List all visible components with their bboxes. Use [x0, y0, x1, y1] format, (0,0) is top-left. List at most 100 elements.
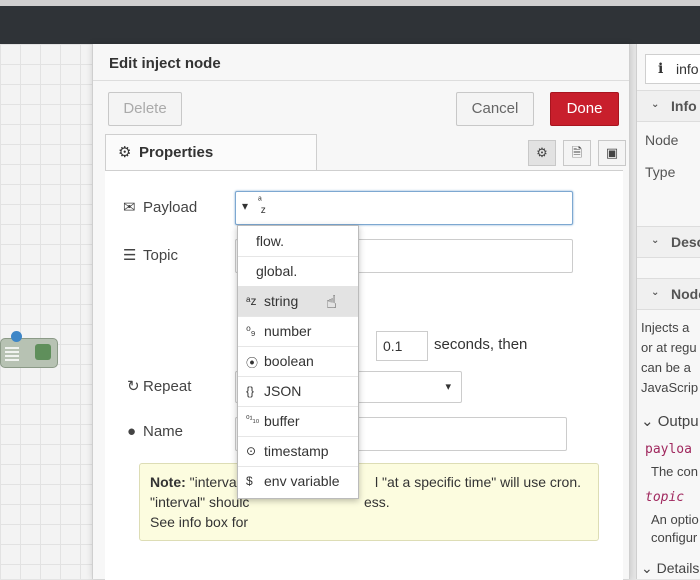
delete-button[interactable]: Delete [108, 92, 182, 126]
done-button[interactable]: Done [550, 92, 619, 126]
note-line-1a: Note: "interval l [150, 472, 247, 492]
help-text-1: Injects a [641, 320, 690, 335]
menu-item-boolean[interactable]: ⦿ boolean [238, 346, 358, 377]
buffer-type-icon: ⁰¹₁₀ [246, 414, 260, 424]
gear-icon: ⚙ [536, 145, 548, 160]
description-section-header[interactable]: ⌄ Desc [637, 226, 700, 258]
name-label-row: ● Name [127, 423, 183, 440]
tab-properties[interactable]: ⚙ Properties [105, 134, 317, 171]
payload-code: payloa [645, 442, 692, 457]
seconds-then-text: seconds, then [434, 336, 528, 353]
help-text-2: or at regu [641, 340, 697, 355]
details-heading-text: Details [656, 560, 700, 576]
node-help-header[interactable]: ⌄ Node [637, 278, 700, 310]
properties-panel: ✉ Payload ▾ ᵃ z ☰ Topic 0.1 seconds, then … [105, 170, 623, 580]
payload-input[interactable]: ▾ ᵃ z [235, 191, 573, 225]
string-type-icon: ᵃz [246, 294, 257, 308]
topic-label: Topic [143, 247, 179, 264]
menu-item-label: boolean [264, 353, 314, 369]
menu-item-label: number [264, 323, 312, 339]
payload-label: Payload [143, 199, 198, 216]
cancel-button[interactable]: Cancel [456, 92, 534, 126]
description-tab-button[interactable]: 🗎 [563, 140, 591, 166]
note-line-1b: l "at a specific time" will use cron. [375, 474, 582, 490]
chevron-down-icon: ⌄ [651, 99, 660, 110]
help-text-4: JavaScrip [641, 380, 699, 395]
topic-desc-1: An optio [651, 512, 699, 527]
flow-workspace[interactable] [0, 44, 92, 579]
topic-desc-2: configur [651, 530, 698, 545]
envelope-icon: ✉ [123, 199, 136, 216]
title-divider [93, 80, 629, 81]
json-type-icon: {} [246, 384, 255, 398]
node-row-label: Node [645, 132, 679, 148]
tab-properties-label: Properties [139, 144, 214, 161]
note-box: Note: "interval l l "at a specific time"… [139, 463, 599, 541]
string-type-icon: ᵃ z [258, 195, 266, 216]
topic-code: topic [645, 490, 685, 505]
menu-item-label: global. [256, 263, 298, 279]
menu-item-global[interactable]: global. [238, 256, 358, 287]
details-heading: ⌄ Details [641, 560, 700, 576]
payload-label-row: ✉ Payload [123, 198, 197, 216]
repeat-label-row: ↻ Repeat [127, 377, 191, 395]
caret-down-icon[interactable]: ▾ [242, 199, 248, 213]
header-bar [0, 6, 700, 44]
inject-node[interactable] [0, 331, 58, 368]
menu-item-env-variable[interactable]: $ env variable [238, 466, 358, 496]
repeat-label: Repeat [143, 378, 192, 395]
clock-icon: ⊙ [246, 444, 257, 458]
outputs-heading: ⌄ Outpu [641, 413, 699, 430]
info-sidebar: i info ⌄ Info Node Type ⌄ Desc ⌄ Node In… [636, 44, 700, 579]
help-text-3: can be a [641, 360, 691, 375]
menu-item-json[interactable]: {} JSON [238, 376, 358, 407]
chevron-down-icon: ⌄ [651, 235, 660, 246]
button-dot-icon [11, 331, 22, 342]
note-bold: Note: [150, 474, 186, 490]
caret-down-icon: ▾ [445, 381, 451, 393]
menu-item-flow[interactable]: flow. [238, 226, 358, 257]
tasks-icon: ☰ [123, 247, 137, 264]
menu-item-label: flow. [256, 233, 285, 249]
node-help-title: Node [671, 286, 700, 302]
menu-item-buffer[interactable]: ⁰¹₁₀ buffer [238, 406, 358, 437]
inject-icon [5, 347, 19, 361]
tag-icon: ● [127, 423, 137, 440]
type-dropdown-menu: flow. global. ᵃz string ⁰₉ number ⦿ bool… [237, 225, 359, 499]
menu-item-timestamp[interactable]: ⊙ timestamp [238, 436, 358, 467]
chevron-down-icon: ⌄ [651, 287, 660, 298]
info-icon: i [658, 61, 664, 77]
tab-info[interactable]: i info [645, 54, 700, 84]
boolean-type-icon: ⦿ [246, 356, 259, 370]
payload-desc: The con [651, 464, 698, 479]
appearance-icon: ▣ [605, 145, 619, 160]
name-label: Name [143, 423, 184, 440]
repeat-icon: ↻ [127, 378, 140, 395]
dialog-title: Edit inject node [109, 55, 221, 72]
interval-input[interactable]: 0.1 [376, 331, 428, 361]
dollar-icon: $ [246, 474, 253, 488]
note-line-2a: "interval" shoulc [150, 494, 250, 510]
outputs-heading-text: Outpu [657, 413, 699, 430]
edit-dialog: Edit inject node Delete Cancel Done ⚙ Pr… [92, 44, 630, 580]
appearance-tab-button[interactable]: ▣ [598, 140, 626, 166]
type-row-label: Type [645, 164, 676, 180]
hand-cursor-icon: ☝ [326, 292, 337, 312]
gear-icon: ⚙ [118, 144, 132, 161]
menu-item-label: JSON [264, 383, 302, 399]
menu-item-label: timestamp [264, 443, 329, 459]
menu-item-label: string [264, 293, 299, 309]
topic-label-row: ☰ Topic [123, 246, 178, 264]
info-section-title: Info [671, 98, 697, 114]
menu-item-label: env variable [264, 473, 340, 489]
description-section-title: Desc [671, 234, 700, 250]
menu-item-string[interactable]: ᵃz string [238, 286, 358, 317]
tab-info-label: info [676, 61, 699, 77]
note-line-3: See info box for [150, 514, 249, 530]
menu-item-label: buffer [264, 413, 300, 429]
note-line-2b: ess. [364, 494, 390, 510]
info-section-header[interactable]: ⌄ Info [637, 90, 700, 122]
settings-tab-button[interactable]: ⚙ [528, 140, 556, 166]
output-port[interactable] [35, 344, 51, 360]
menu-item-number[interactable]: ⁰₉ number [238, 316, 358, 347]
